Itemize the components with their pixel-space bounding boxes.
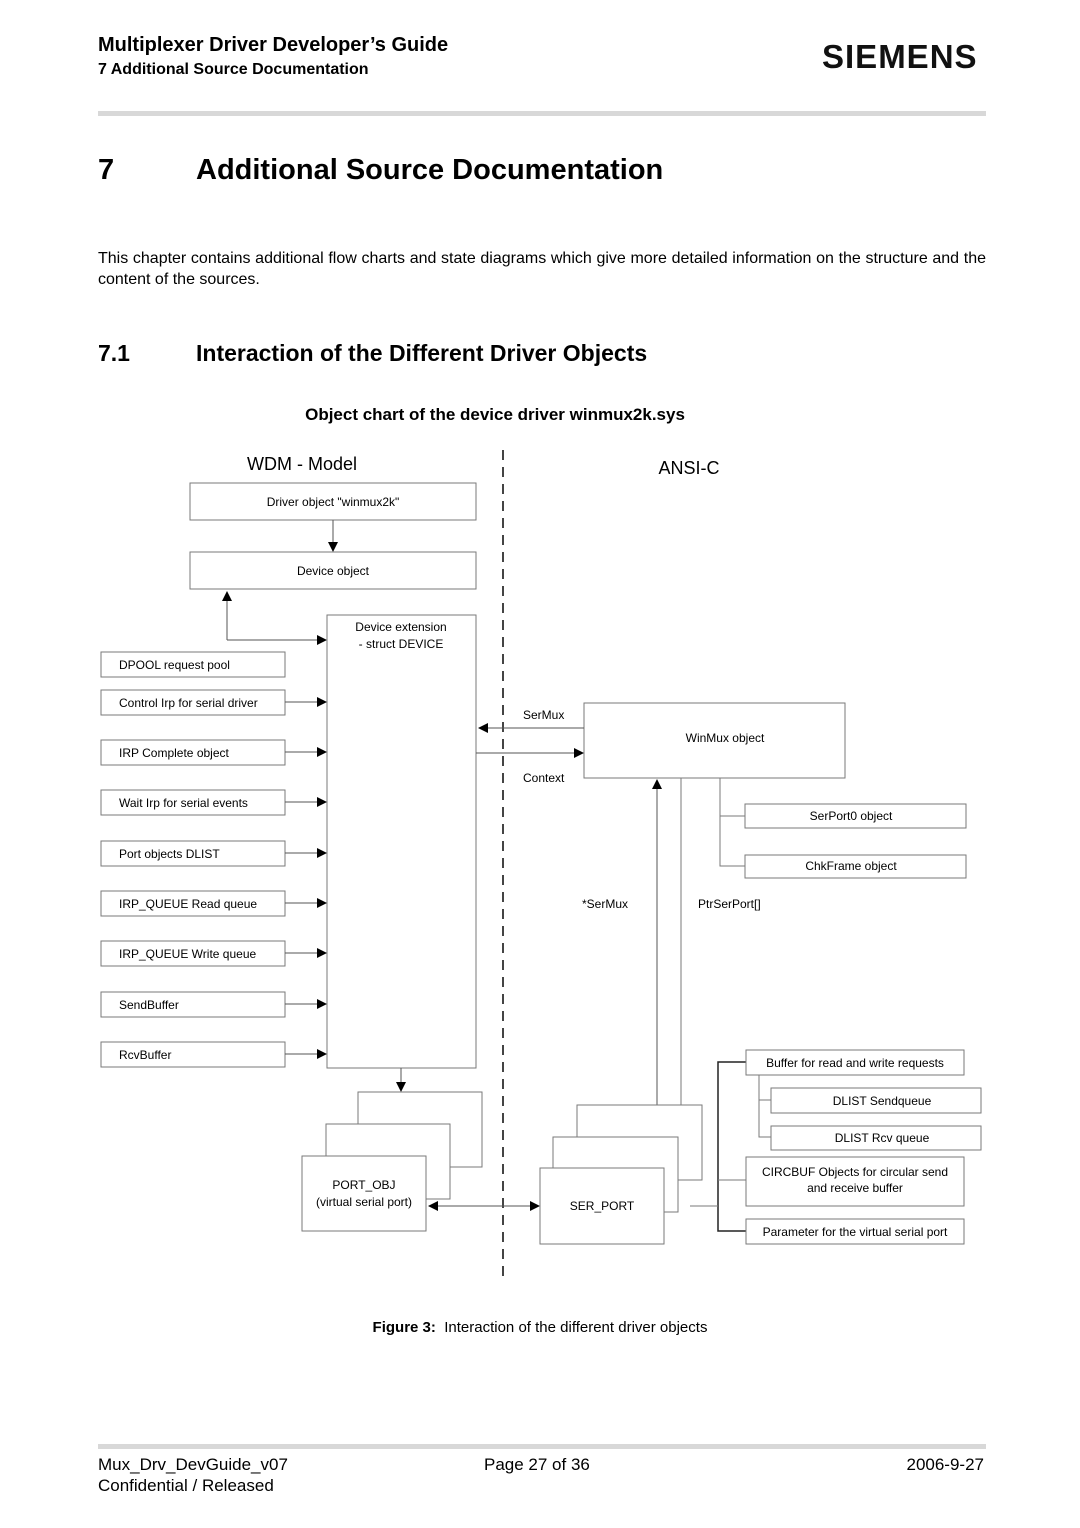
ansi-heading: ANSI-C bbox=[658, 458, 719, 478]
context-label: Context bbox=[523, 771, 565, 785]
extension-member-label: SendBuffer bbox=[119, 998, 179, 1012]
rcvqueue-label: DLIST Rcv queue bbox=[835, 1131, 930, 1145]
extension-member-label: IRP_QUEUE Write queue bbox=[119, 947, 256, 961]
footer-page-number: Page 27 of 36 bbox=[484, 1455, 590, 1474]
serport0-label: SerPort0 object bbox=[810, 809, 893, 823]
port-obj-sublabel: (virtual serial port) bbox=[316, 1195, 412, 1209]
device-extension-label: Device extension bbox=[355, 620, 446, 634]
sermux-label: SerMux bbox=[523, 708, 564, 722]
extension-member-label: IRP_QUEUE Read queue bbox=[119, 897, 257, 911]
footer-rule bbox=[98, 1444, 986, 1449]
device-extension-struct: - struct DEVICE bbox=[359, 637, 444, 651]
extension-member-label: RcvBuffer bbox=[119, 1048, 171, 1062]
port-obj-box bbox=[301, 1155, 427, 1232]
figure-caption: Figure 3: Interaction of the different d… bbox=[0, 1319, 1080, 1336]
extension-member-label: Port objects DLIST bbox=[119, 847, 220, 861]
extension-member-label: Control Irp for serial driver bbox=[119, 696, 258, 710]
device-object-label: Device object bbox=[297, 564, 370, 578]
figure-caption-text: Interaction of the different driver obje… bbox=[444, 1319, 708, 1336]
ser-port-members-bracket bbox=[717, 1061, 746, 1232]
device-extension-box bbox=[326, 614, 477, 1069]
chkframe-label: ChkFrame object bbox=[805, 859, 897, 873]
winmux-children-connector bbox=[719, 778, 745, 867]
figure-label: Figure 3: bbox=[372, 1319, 436, 1336]
footer-status: Confidential / Released bbox=[98, 1476, 274, 1495]
extension-members: DPOOL request pool Control Irp for serial… bbox=[100, 651, 327, 1068]
extension-member-label: IRP Complete object bbox=[119, 746, 230, 760]
winmux-object-label: WinMux object bbox=[686, 731, 765, 745]
circbuf-sublabel: and receive buffer bbox=[807, 1181, 903, 1195]
param-label: Parameter for the virtual serial port bbox=[763, 1225, 948, 1239]
buffer-children-connector bbox=[758, 1075, 771, 1138]
sermux-ptr-label: *SerMux bbox=[582, 897, 628, 911]
ptrserport-label: PtrSerPort[] bbox=[698, 897, 761, 911]
extension-member-label: Wait Irp for serial events bbox=[119, 796, 248, 810]
extension-member-label: DPOOL request pool bbox=[119, 658, 230, 672]
wdm-heading: WDM - Model bbox=[247, 454, 357, 474]
sendqueue-label: DLIST Sendqueue bbox=[833, 1094, 932, 1108]
ser-port-label: SER_PORT bbox=[570, 1199, 635, 1213]
footer-doc-name: Mux_Drv_DevGuide_v07 bbox=[98, 1455, 288, 1474]
driver-object-label: Driver object "winmux2k" bbox=[267, 495, 400, 509]
buffer-label: Buffer for read and write requests bbox=[766, 1056, 944, 1070]
port-obj-label: PORT_OBJ bbox=[332, 1178, 395, 1192]
circbuf-label: CIRCBUF Objects for circular send bbox=[762, 1165, 948, 1179]
footer-date: 2006-9-27 bbox=[906, 1455, 984, 1474]
object-diagram: WDM - Model ANSI-C Driver object "winmux… bbox=[100, 450, 982, 1280]
